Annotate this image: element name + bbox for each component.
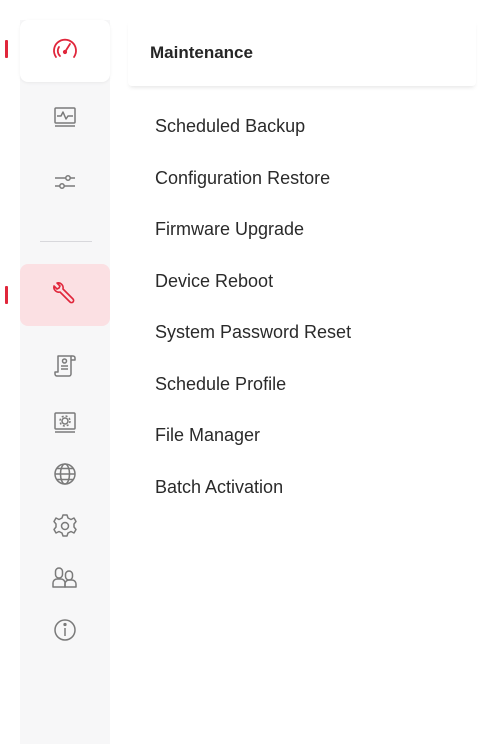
sidebar-item-logs[interactable]	[20, 337, 110, 399]
users-icon	[50, 563, 80, 598]
dashboard-gauge-icon	[50, 34, 80, 69]
system-settings-icon	[50, 407, 80, 442]
maintenance-menu: Scheduled Backup Configuration Restore F…	[155, 101, 475, 513]
menu-item-schedule-profile[interactable]: Schedule Profile	[155, 359, 475, 411]
wrench-icon	[50, 278, 80, 313]
maintenance-panel: Maintenance Scheduled Backup Configurati…	[118, 0, 499, 744]
sidebar-item-dashboard[interactable]	[20, 20, 110, 82]
menu-item-configuration-restore[interactable]: Configuration Restore	[155, 153, 475, 205]
sidebar-divider	[40, 241, 92, 242]
sidebar-item-monitor[interactable]	[20, 88, 110, 150]
menu-item-system-password-reset[interactable]: System Password Reset	[155, 307, 475, 359]
document-scroll-icon	[50, 351, 80, 386]
active-indicator-maintenance	[5, 286, 8, 304]
panel-header: Maintenance	[128, 20, 476, 86]
menu-item-device-reboot[interactable]: Device Reboot	[155, 256, 475, 308]
sidebar-item-configuration[interactable]	[20, 153, 110, 215]
sidebar-item-maintenance[interactable]	[20, 264, 110, 326]
active-indicator-dashboard	[5, 40, 8, 58]
sidebar-item-about[interactable]	[20, 601, 110, 663]
menu-item-file-manager[interactable]: File Manager	[155, 410, 475, 462]
menu-item-batch-activation[interactable]: Batch Activation	[155, 462, 475, 514]
page-title: Maintenance	[150, 43, 253, 62]
sidebar-rail	[0, 0, 118, 744]
menu-item-scheduled-backup[interactable]: Scheduled Backup	[155, 101, 475, 153]
monitor-activity-icon	[50, 102, 80, 137]
globe-icon	[50, 459, 80, 494]
menu-item-firmware-upgrade[interactable]: Firmware Upgrade	[155, 204, 475, 256]
gear-icon	[50, 511, 80, 546]
sliders-icon	[50, 167, 80, 202]
info-icon	[50, 615, 80, 650]
